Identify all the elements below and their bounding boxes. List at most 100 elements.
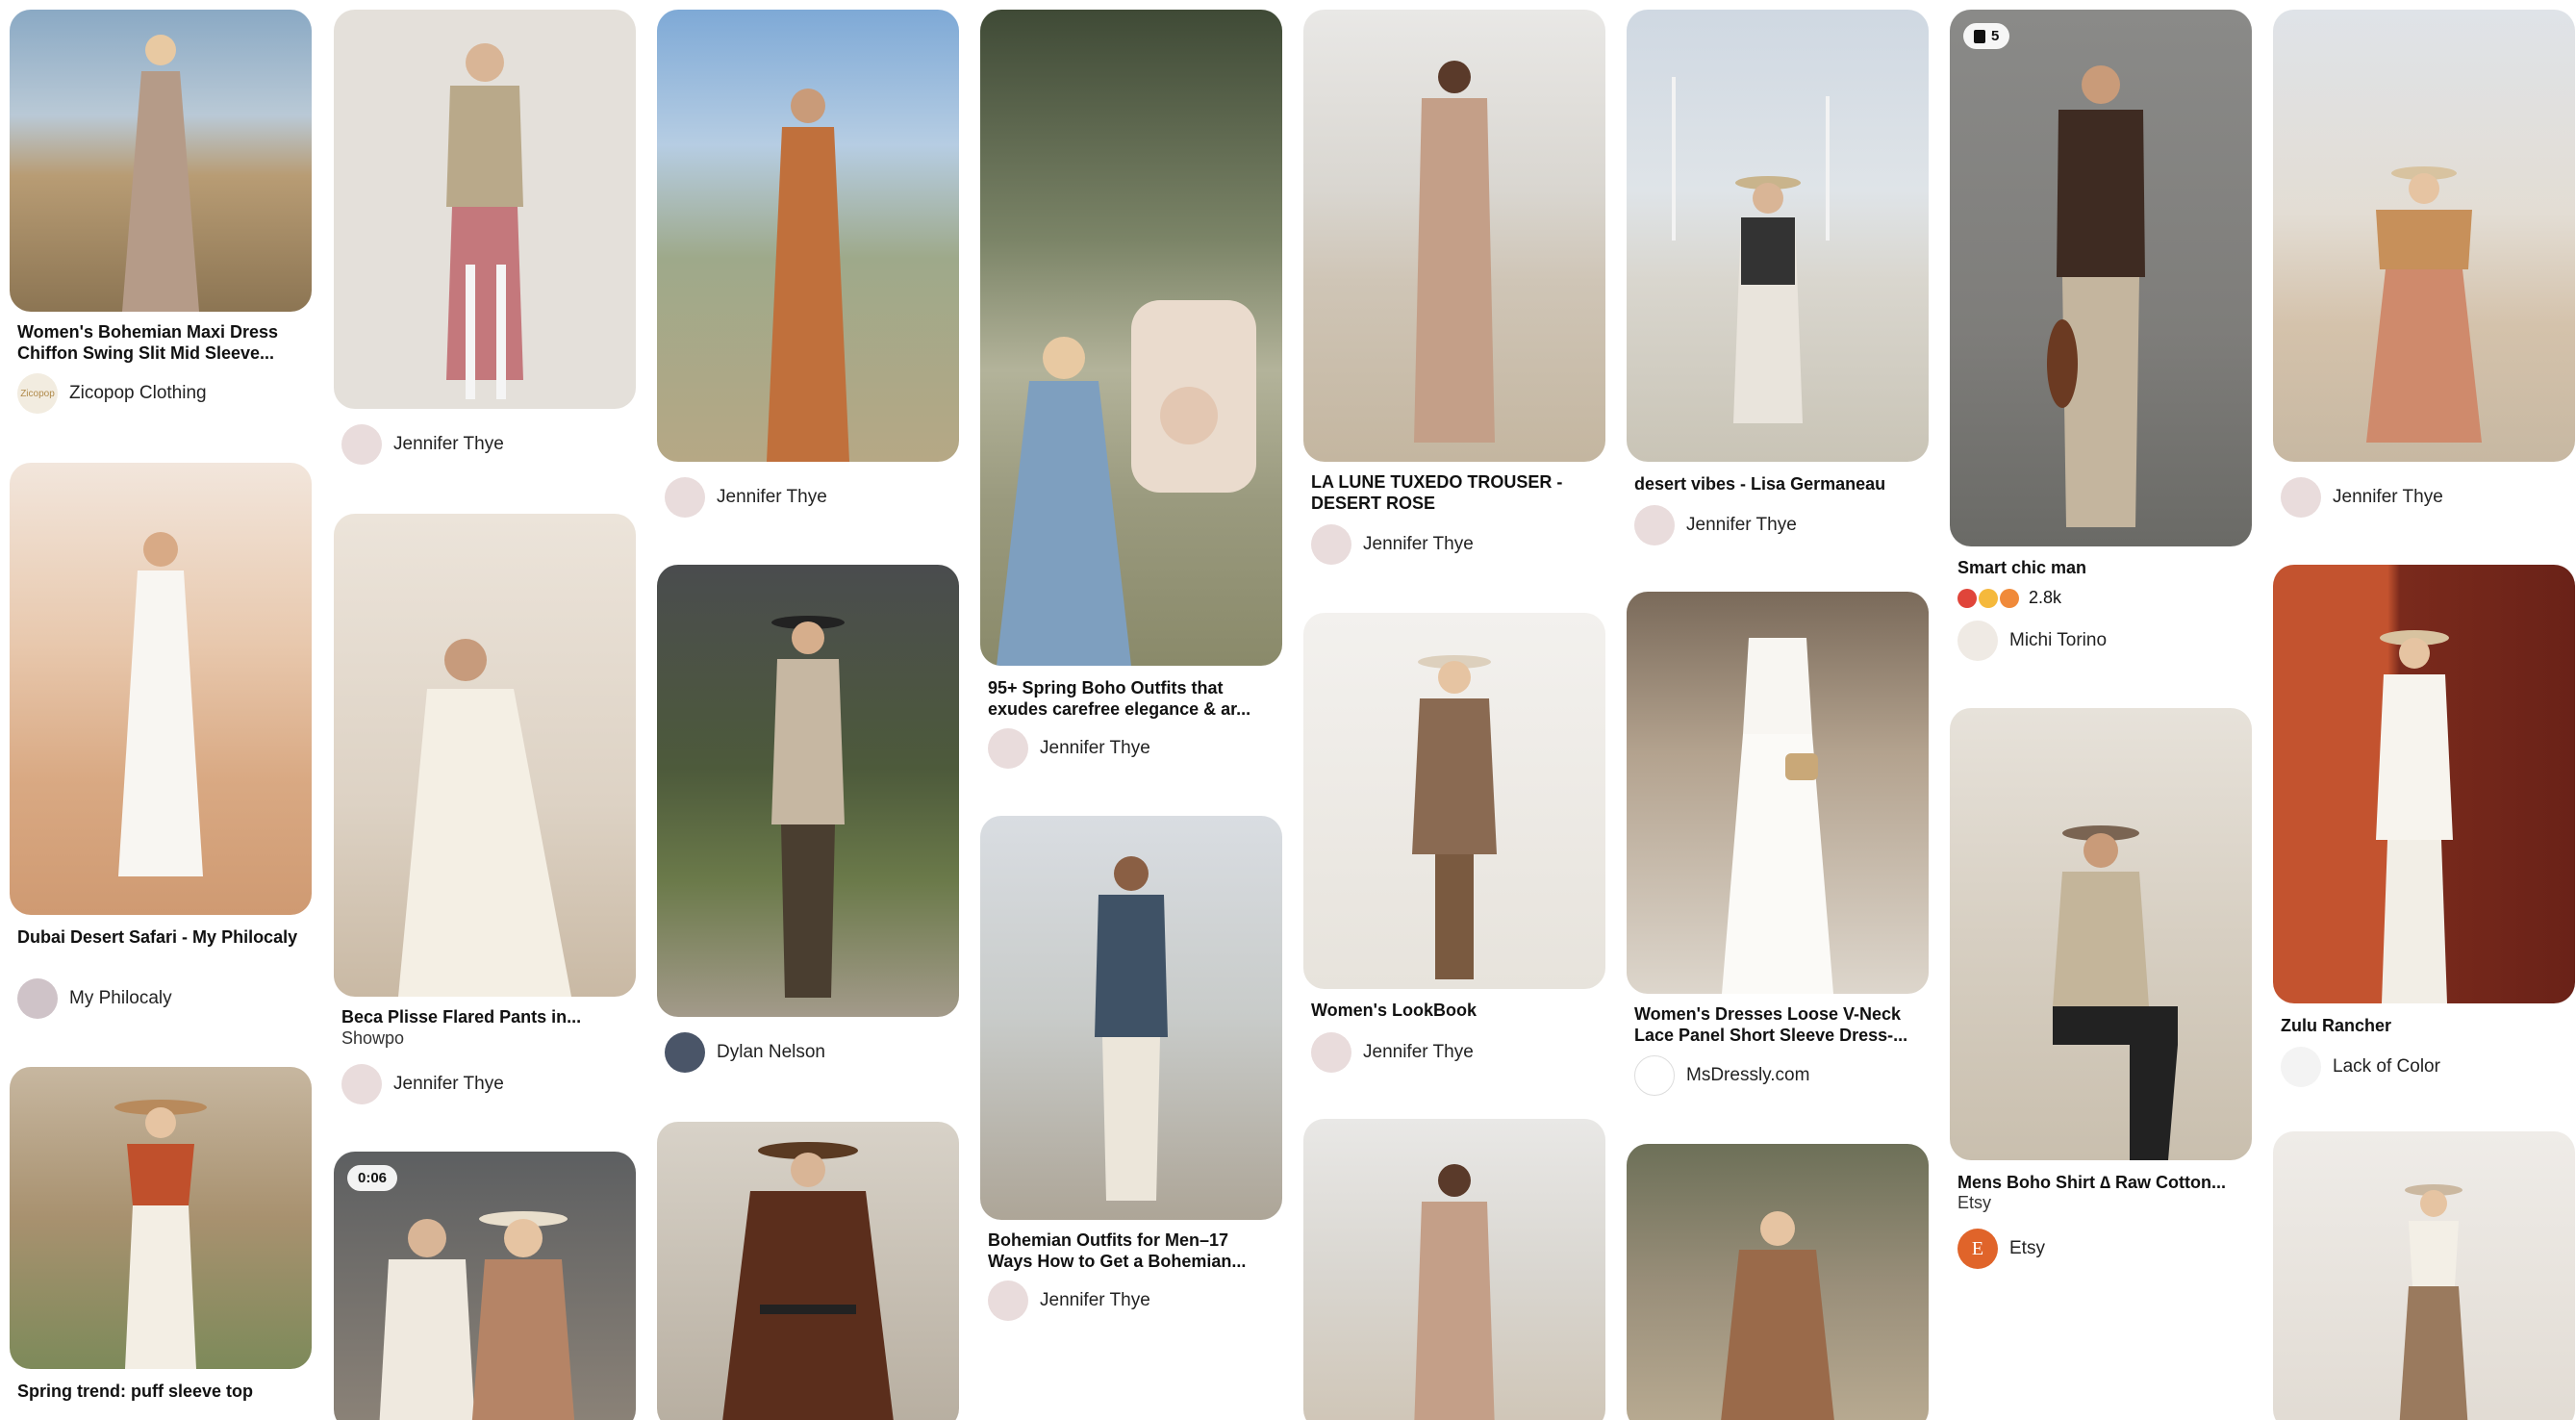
pin-title[interactable]: Women's Bohemian Maxi Dress Chiffon Swin…	[17, 321, 306, 364]
pin-title[interactable]: Smart chic man	[1957, 557, 2246, 578]
pin-image[interactable]: 5	[1950, 10, 2252, 546]
pin-photo	[2047, 65, 2145, 527]
pin-title[interactable]: LA LUNE TUXEDO TROUSER - DESERT ROSE	[1311, 471, 1600, 514]
author-name: Zicopop Clothing	[69, 383, 207, 403]
author-name: My Philocaly	[69, 988, 172, 1008]
pin-image[interactable]	[1627, 592, 1929, 994]
pin-image[interactable]	[657, 565, 959, 1017]
pin-photo	[122, 35, 199, 312]
pin-image[interactable]	[1627, 1144, 1929, 1420]
pin-photo	[114, 1100, 207, 1369]
pin-image[interactable]	[980, 816, 1282, 1220]
author-name: Jennifer Thye	[1363, 1042, 1474, 1062]
pin-image[interactable]	[980, 10, 1282, 666]
author-name: Jennifer Thye	[717, 487, 827, 507]
pin-image[interactable]	[2273, 565, 2575, 1003]
collection-count: 5	[1991, 28, 2000, 44]
pin-image[interactable]	[2273, 1131, 2575, 1420]
author-name: Jennifer Thye	[393, 434, 504, 454]
pin-image[interactable]	[10, 1067, 312, 1369]
pin-author[interactable]: Dylan Nelson	[665, 1032, 825, 1073]
author-name: Jennifer Thye	[1686, 515, 1797, 535]
pin-image[interactable]	[334, 10, 636, 409]
pin-image[interactable]	[1303, 10, 1605, 462]
stack-icon	[1974, 29, 1985, 43]
pin-image[interactable]	[657, 10, 959, 462]
author-name: Jennifer Thye	[1363, 534, 1474, 554]
pin-photo	[2376, 630, 2453, 1003]
pin-author[interactable]: Jennifer Thye	[665, 477, 827, 518]
avatar	[988, 1281, 1028, 1321]
pin-photo	[767, 89, 849, 462]
wow-icon	[1979, 588, 1998, 608]
author-name: Etsy	[2009, 1238, 2045, 1258]
avatar	[2281, 1047, 2321, 1087]
pin-photo	[1412, 655, 1497, 979]
pin-title[interactable]: Bohemian Outfits for Men–17 Ways How to …	[988, 1230, 1276, 1272]
avatar: E	[1957, 1229, 1998, 1269]
pin-title[interactable]: Spring trend: puff sleeve top	[17, 1381, 306, 1404]
pin-author[interactable]: Lack of Color	[2281, 1047, 2440, 1087]
pin-title[interactable]: Mens Boho Shirt ∆ Raw Cotton...	[1957, 1172, 2246, 1193]
surprised-icon	[2000, 588, 2019, 608]
pin-subtitle: Etsy	[1957, 1193, 1992, 1212]
pin-image[interactable]	[10, 10, 312, 312]
avatar	[1311, 1032, 1351, 1073]
pin-photo	[2053, 825, 2178, 1160]
pin-image[interactable]	[334, 514, 636, 997]
pin-photo	[722, 1142, 894, 1420]
pin-title[interactable]: desert vibes - Lisa Germaneau	[1634, 473, 1923, 494]
pin-author[interactable]: Jennifer Thye	[1311, 524, 1474, 565]
pin-photo	[997, 300, 1256, 666]
pin-author[interactable]: Jennifer Thye	[1634, 505, 1797, 545]
pin-image[interactable]	[1950, 708, 2252, 1160]
pin-title[interactable]: Women's LookBook	[1311, 1000, 1600, 1021]
pin-image[interactable]	[1303, 613, 1605, 989]
pin-photo	[118, 532, 203, 876]
pin-photo	[2366, 166, 2482, 443]
pin-photo	[398, 639, 571, 997]
pin-title[interactable]: Zulu Rancher	[2281, 1015, 2569, 1036]
pin-author[interactable]: Zicopop Zicopop Clothing	[17, 373, 207, 414]
pin-title[interactable]: 95+ Spring Boho Outfits that exudes care…	[988, 677, 1276, 720]
pin-photo	[1672, 77, 1830, 423]
video-duration-badge: 0:06	[347, 1165, 398, 1191]
author-name: Lack of Color	[2333, 1056, 2440, 1077]
author-name: Jennifer Thye	[2333, 487, 2443, 507]
pin-title[interactable]: Dubai Desert Safari - My Philocaly	[17, 926, 306, 969]
avatar	[1634, 1055, 1675, 1096]
pin-image[interactable]	[10, 463, 312, 915]
pin-image[interactable]	[1303, 1119, 1605, 1420]
reaction-bar[interactable]: 2.8k	[1957, 588, 2061, 608]
pin-author[interactable]: Jennifer Thye	[2281, 477, 2443, 518]
pin-author[interactable]: MsDressly.com	[1634, 1055, 1809, 1096]
pin-image[interactable]: 0:06	[334, 1152, 636, 1420]
pin-title[interactable]: Beca Plisse Flared Pants in...	[341, 1006, 630, 1027]
collection-count-badge: 5	[1963, 23, 2010, 49]
pin-author[interactable]: E Etsy	[1957, 1229, 2045, 1269]
avatar	[1634, 505, 1675, 545]
author-name: Michi Torino	[2009, 630, 2108, 650]
pin-image[interactable]	[1627, 10, 1929, 462]
author-name: Jennifer Thye	[393, 1074, 504, 1094]
avatar	[665, 477, 705, 518]
pin-author[interactable]: Jennifer Thye	[1311, 1032, 1474, 1073]
pin-photo	[1414, 61, 1495, 443]
avatar	[17, 978, 58, 1019]
pin-title[interactable]: Women's Dresses Loose V-Neck Lace Panel …	[1634, 1003, 1923, 1046]
pin-author[interactable]: Jennifer Thye	[341, 424, 504, 465]
pin-author[interactable]: Michi Torino	[1957, 621, 2107, 661]
pin-photo	[1721, 1211, 1834, 1420]
pin-author[interactable]: Jennifer Thye	[988, 728, 1150, 769]
pin-author[interactable]: Jennifer Thye	[341, 1064, 504, 1104]
author-name: Jennifer Thye	[1040, 738, 1150, 758]
pin-subtitle: Showpo	[341, 1028, 405, 1048]
pin-author[interactable]: My Philocaly	[17, 978, 172, 1019]
avatar	[2281, 477, 2321, 518]
pin-image[interactable]	[657, 1122, 959, 1420]
pin-image[interactable]	[2273, 10, 2575, 462]
avatar	[665, 1032, 705, 1073]
pin-author[interactable]: Jennifer Thye	[988, 1281, 1150, 1321]
pin-photo	[2399, 1184, 2468, 1420]
author-name: MsDressly.com	[1686, 1065, 1810, 1085]
